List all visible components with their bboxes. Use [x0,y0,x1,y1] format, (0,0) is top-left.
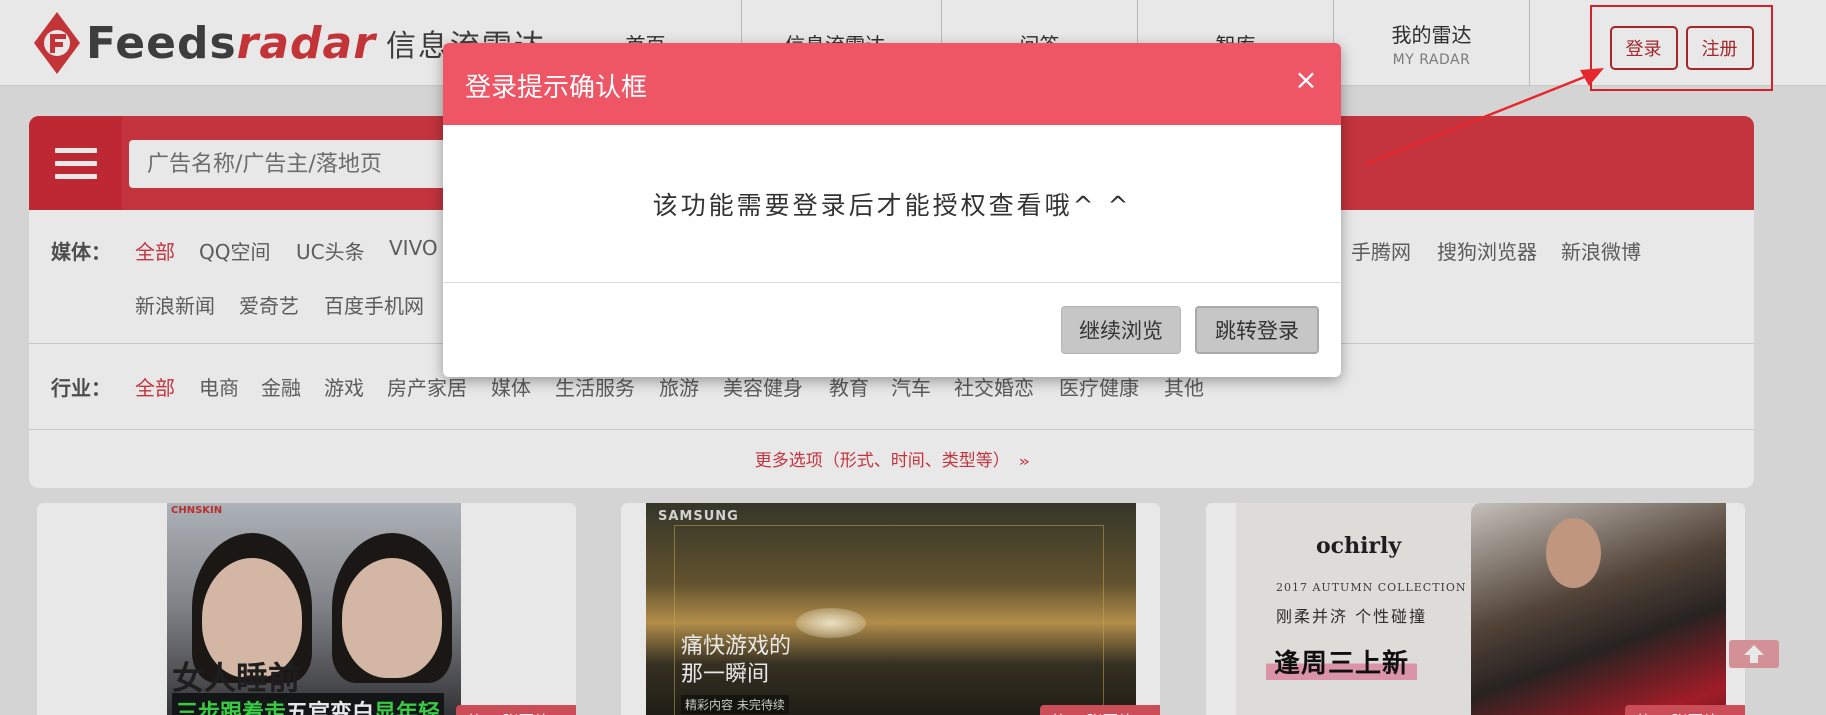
dialog-message: 该功能需要登录后才能授权查看哦^ ^ [652,190,1132,220]
continue-browsing-button[interactable]: 继续浏览 [1061,306,1181,354]
dialog-header: 登录提示确认框 × [443,43,1341,125]
dialog-footer: 继续浏览 跳转登录 [443,283,1341,377]
close-icon[interactable]: × [1291,65,1321,95]
go-to-login-button[interactable]: 跳转登录 [1195,306,1319,354]
dialog-title: 登录提示确认框 [465,73,648,103]
dialog-body: 该功能需要登录后才能授权查看哦^ ^ [443,125,1341,283]
login-confirm-dialog: 登录提示确认框 × 该功能需要登录后才能授权查看哦^ ^ 继续浏览 跳转登录 [443,43,1341,377]
red-arrow-annotation [1365,68,1604,166]
